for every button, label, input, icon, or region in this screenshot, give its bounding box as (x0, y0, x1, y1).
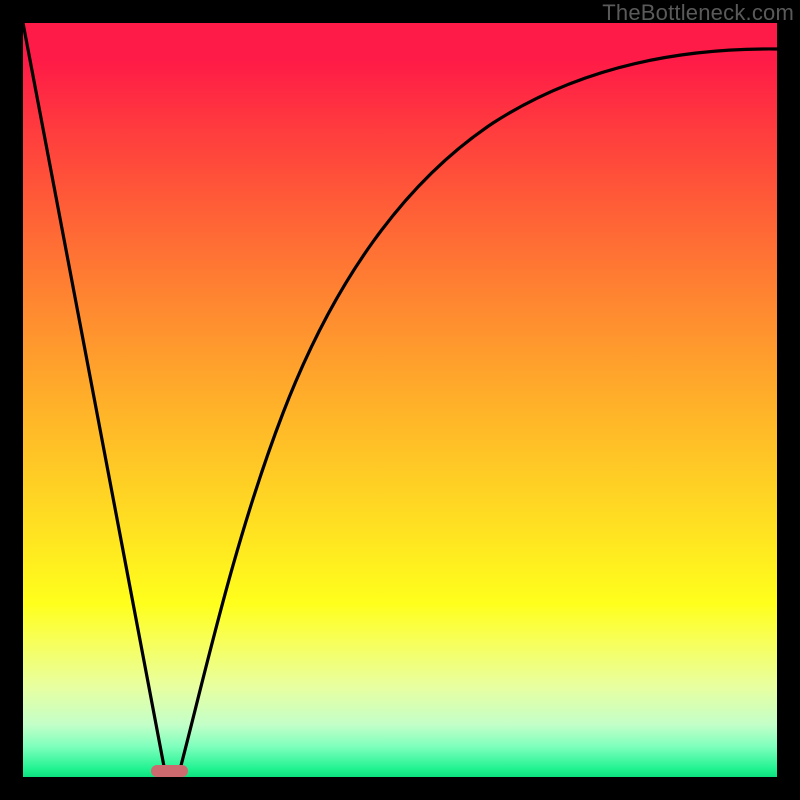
plot-area (23, 23, 777, 777)
curve-right-segment (178, 49, 777, 777)
bottleneck-curve (23, 23, 777, 777)
curve-left-segment (23, 23, 166, 777)
optimal-range-marker (151, 765, 188, 777)
chart-frame: TheBottleneck.com (0, 0, 800, 800)
